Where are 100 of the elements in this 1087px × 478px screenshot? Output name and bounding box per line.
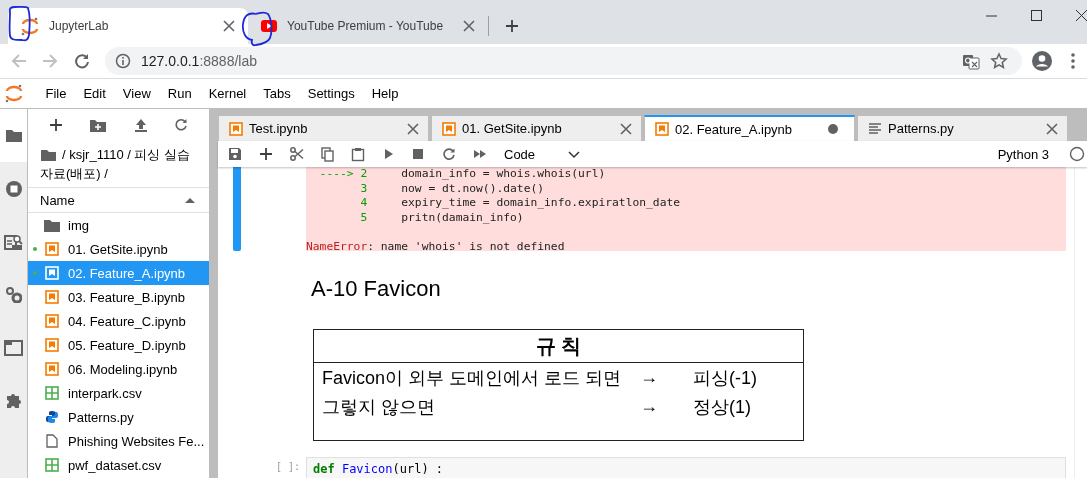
- traceback-line: ----> 2 domain_info = whois.whois(url): [318, 167, 607, 182]
- upload-icon[interactable]: [133, 117, 148, 133]
- notebook-icon: [45, 314, 59, 328]
- table-cell-text: 정상(1): [693, 395, 751, 419]
- jupyter-logo-icon: [4, 83, 23, 104]
- traceback-line: 3 now = dt.now().date(): [359, 181, 546, 197]
- maximize-icon[interactable]: [1031, 10, 1042, 21]
- unsaved-dot-icon[interactable]: [828, 124, 838, 134]
- chevron-down-icon: [568, 149, 580, 159]
- file-icon: [45, 434, 59, 448]
- notebook-icon: [45, 290, 59, 304]
- translate-icon[interactable]: [962, 52, 980, 70]
- browser-tab[interactable]: JupyterLab: [8, 8, 248, 44]
- table-cell-text: 피싱(-1): [693, 366, 757, 390]
- directory-entry[interactable]: Phishing Websites Fe...: [28, 429, 209, 453]
- menu-item[interactable]: File: [37, 82, 75, 105]
- close-icon[interactable]: [1076, 10, 1087, 21]
- kernel-name[interactable]: Python 3: [997, 146, 1049, 162]
- notebook-icon: [45, 266, 59, 280]
- folder-icon: [43, 217, 61, 233]
- table-cell-text: Favicon이 외부 도메인에서 로드 되면: [322, 366, 623, 390]
- directory-entry[interactable]: 06. Modeling.ipynb: [28, 357, 209, 381]
- text-file-icon: [868, 122, 882, 135]
- table-cell-text: 그렇지 않으면: [322, 395, 436, 419]
- profile-icon[interactable]: [1032, 51, 1052, 71]
- notebook-icon: [655, 122, 669, 136]
- pen-mark: [8, 5, 31, 42]
- table-cell-text: →: [640, 367, 659, 388]
- table-header: 규 칙: [535, 333, 582, 359]
- column-header[interactable]: Name: [28, 187, 209, 213]
- cell-collapser[interactable]: [233, 167, 241, 251]
- python-icon: [45, 410, 59, 424]
- stop-circle-icon[interactable]: [4, 179, 23, 198]
- close-icon[interactable]: [222, 19, 236, 33]
- notebook-icon: [45, 362, 59, 376]
- menu-item[interactable]: Kernel: [200, 82, 255, 105]
- star-icon[interactable]: [990, 52, 1008, 70]
- notebook-icon: [442, 121, 456, 136]
- editor-tab[interactable]: Patterns.py: [857, 115, 1068, 141]
- restart-icon[interactable]: [442, 147, 456, 161]
- directory-entry[interactable]: 01. GetSite.ipynb: [28, 237, 209, 261]
- editor-tab[interactable]: 01. GetSite.ipynb: [431, 115, 642, 141]
- menu-item[interactable]: View: [114, 82, 160, 105]
- paste-icon[interactable]: [351, 146, 365, 162]
- directory-entry[interactable]: img: [28, 213, 209, 237]
- section-heading: A-10 Favicon: [311, 275, 442, 303]
- directory-entry[interactable]: Patterns.py: [28, 405, 209, 429]
- directory-entry[interactable]: pwf_dataset.csv: [28, 453, 209, 477]
- sort-caret-icon[interactable]: [184, 196, 196, 204]
- kernel-status-icon: [1069, 146, 1085, 162]
- jupyter-logo-icon: [20, 15, 40, 37]
- menu-item[interactable]: Settings: [299, 82, 364, 105]
- plus-icon[interactable]: [259, 147, 273, 161]
- editor-tab[interactable]: 02. Feature_A.ipynb: [644, 115, 855, 141]
- puzzle-icon[interactable]: [4, 391, 23, 410]
- close-icon[interactable]: [462, 19, 476, 33]
- close-icon[interactable]: [619, 121, 633, 136]
- close-icon[interactable]: [406, 121, 420, 136]
- spreadsheet-icon: [45, 386, 59, 400]
- notebook-icon: [229, 121, 243, 136]
- folder-icon[interactable]: [40, 147, 56, 161]
- directory-entry[interactable]: 04. Feature_C.ipynb: [28, 309, 209, 333]
- save-icon[interactable]: [228, 147, 242, 161]
- refresh-icon[interactable]: [173, 118, 188, 132]
- editor-tab[interactable]: Test.ipynb: [218, 115, 429, 141]
- window-icon[interactable]: [4, 338, 23, 357]
- close-icon[interactable]: [1045, 121, 1059, 136]
- new-folder-icon[interactable]: [89, 117, 108, 133]
- notebook-icon: [45, 338, 59, 352]
- browser-tab[interactable]: YouTube Premium - YouTube: [248, 8, 488, 44]
- notebook-icon: [45, 242, 59, 256]
- directory-entry[interactable]: 03. Feature_B.ipynb: [28, 285, 209, 309]
- menu-item[interactable]: Help: [363, 82, 407, 105]
- directory-entry[interactable]: 05. Feature_D.ipynb: [28, 333, 209, 357]
- directory-entry[interactable]: interpark.csv: [28, 381, 209, 405]
- menu-item[interactable]: Edit: [74, 82, 115, 105]
- run-icon[interactable]: [382, 147, 394, 161]
- scissors-icon[interactable]: [290, 147, 304, 161]
- error-message: NameError: name 'whois' is not defined: [306, 239, 566, 255]
- traceback-line: 4 expiry_time = domain_info.expiratlon_date: [359, 196, 682, 211]
- commands-icon[interactable]: [4, 232, 23, 251]
- address-bar[interactable]: 127.0.0.1:8888/lab: [105, 47, 1022, 75]
- stop-icon[interactable]: [411, 147, 425, 161]
- gears-icon[interactable]: [5, 286, 22, 303]
- cell-type-dropdown[interactable]: Code: [500, 144, 584, 164]
- info-icon[interactable]: [115, 53, 131, 69]
- menu-item[interactable]: Run: [159, 82, 201, 105]
- copy-icon[interactable]: [321, 146, 334, 162]
- pen-mark: [241, 11, 273, 47]
- cell-prompt: [ ]:: [276, 460, 302, 474]
- spreadsheet-icon: [45, 458, 59, 472]
- breadcrumb-path[interactable]: / ksjr_1110 / 피싱 실습 자료(배포) /: [40, 145, 203, 183]
- menu-icon[interactable]: [1071, 52, 1075, 70]
- traceback-line: 5 pritn(damain_info): [359, 210, 525, 226]
- table-cell-text: →: [640, 396, 659, 417]
- fast-forward-icon[interactable]: [473, 147, 487, 161]
- reload-icon[interactable]: [73, 52, 91, 70]
- menu-item[interactable]: Tabs: [254, 82, 300, 105]
- new-launcher-icon[interactable]: [49, 118, 64, 132]
- new-tab-icon[interactable]: [505, 19, 519, 33]
